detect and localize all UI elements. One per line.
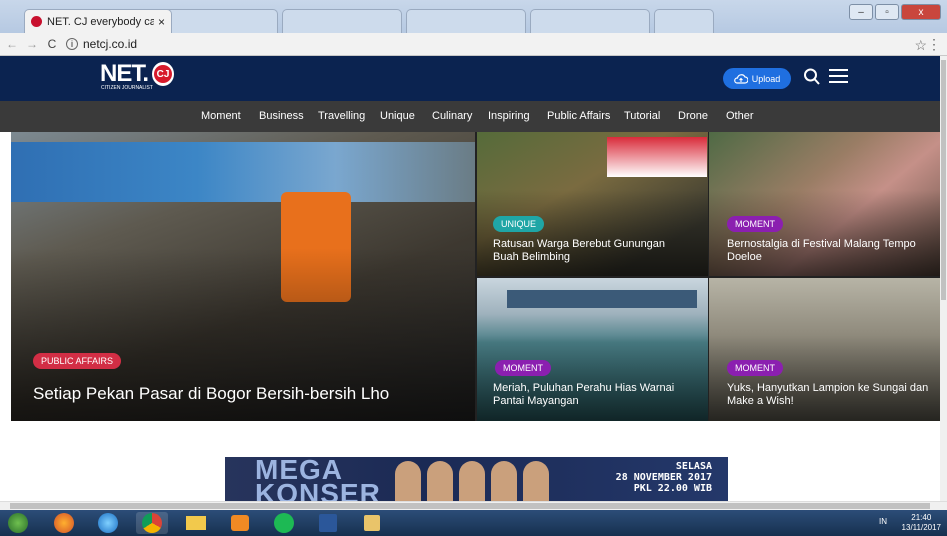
- horizontal-scrollbar[interactable]: [0, 501, 947, 510]
- category-badge[interactable]: MOMENT: [727, 216, 783, 232]
- featured-main-card[interactable]: PUBLIC AFFAIRS Setiap Pekan Pasar di Bog…: [11, 132, 475, 421]
- mega-konser-banner[interactable]: MEGA KONSER SELASA 28 NOVEMBER 2017 PKL …: [225, 457, 728, 501]
- article-headline[interactable]: Bernostalgia di Festival Malang Tempo Do…: [727, 238, 937, 264]
- word-taskbar-icon[interactable]: [312, 512, 344, 534]
- horizontal-scroll-thumb[interactable]: [10, 503, 930, 509]
- taskbar-clock[interactable]: 21:40 13/11/2017: [902, 513, 941, 533]
- file-explorer-taskbar-icon[interactable]: [180, 512, 212, 534]
- category-badge[interactable]: MOMENT: [495, 360, 551, 376]
- article-card-1[interactable]: UNIQUE Ratusan Warga Berebut Gunungan Bu…: [477, 132, 708, 276]
- nav-item-culinary[interactable]: Culinary: [432, 110, 472, 122]
- hamburger-menu-icon[interactable]: [829, 69, 848, 85]
- search-icon[interactable]: [803, 67, 821, 87]
- nav-item-public-affairs[interactable]: Public Affairs: [547, 110, 610, 122]
- internet-explorer-taskbar-icon[interactable]: [92, 512, 124, 534]
- banner-date: SELASA 28 NOVEMBER 2017 PKL 22.00 WIB: [616, 461, 712, 494]
- article-card-3[interactable]: MOMENT Meriah, Puluhan Perahu Hias Warna…: [477, 278, 708, 421]
- nav-item-unique[interactable]: Unique: [380, 110, 415, 122]
- windows-taskbar: IN 21:40 13/11/2017: [0, 510, 947, 536]
- browser-tab-4[interactable]: [406, 9, 526, 33]
- article-headline[interactable]: Meriah, Puluhan Perahu Hias Warnai Panta…: [493, 382, 698, 408]
- url-text: netcj.co.id: [83, 37, 138, 51]
- chrome-taskbar-icon[interactable]: [136, 512, 168, 534]
- banner-time: PKL 22.00 WIB: [633, 483, 712, 494]
- browser-menu-icon[interactable]: ⋮: [927, 36, 941, 53]
- media-player-taskbar-icon[interactable]: [224, 512, 256, 534]
- vertical-scroll-thumb[interactable]: [941, 60, 946, 300]
- banner-date-text: 28 NOVEMBER 2017: [615, 472, 712, 483]
- banner-title: MEGA KONSER: [255, 457, 381, 502]
- tab-title: NET. CJ everybody can b: [47, 15, 154, 28]
- upload-button[interactable]: Upload: [723, 68, 791, 89]
- forward-button[interactable]: →: [24, 37, 40, 51]
- featured-headline[interactable]: Setiap Pekan Pasar di Bogor Bersih-bersi…: [33, 384, 453, 404]
- nav-item-inspiring[interactable]: Inspiring: [488, 110, 530, 122]
- logo-subtitle: CITIZEN JOURNALIST: [101, 85, 153, 91]
- clock-time: 21:40: [911, 513, 932, 522]
- spotify-taskbar-icon[interactable]: [268, 512, 300, 534]
- paint-taskbar-icon[interactable]: [356, 512, 388, 534]
- nav-item-business[interactable]: Business: [259, 110, 304, 122]
- market-tarp-image: [11, 142, 475, 202]
- article-card-4[interactable]: MOMENT Yuks, Hanyutkan Lampion ke Sungai…: [709, 278, 941, 421]
- browser-tab-2[interactable]: [158, 9, 278, 33]
- nav-item-moment[interactable]: Moment: [201, 110, 241, 122]
- back-button[interactable]: ←: [4, 37, 20, 51]
- maximize-button[interactable]: ▫: [875, 4, 899, 20]
- bookmark-star-icon[interactable]: ☆: [914, 37, 927, 54]
- logo-text: NET.: [100, 60, 149, 87]
- logo-badge: CJ: [154, 65, 173, 83]
- site-info-icon[interactable]: i: [66, 38, 78, 50]
- upload-label: Upload: [751, 73, 781, 84]
- nav-item-other[interactable]: Other: [726, 110, 754, 122]
- browser-tab-strip: NET. CJ everybody can b × ‒ ▫ x: [0, 0, 947, 33]
- site-logo[interactable]: NET. CITIZEN JOURNALIST CJ: [100, 60, 175, 91]
- category-badge[interactable]: PUBLIC AFFAIRS: [33, 353, 122, 369]
- cj-pin-icon: CJ: [152, 62, 175, 86]
- close-window-button[interactable]: x: [901, 4, 941, 20]
- nav-item-travelling[interactable]: Travelling: [318, 110, 365, 122]
- address-bar[interactable]: i netcj.co.id: [66, 37, 137, 51]
- site-header: NET. CITIZEN JOURNALIST CJ Upload: [0, 56, 940, 101]
- tab-close-icon[interactable]: ×: [158, 15, 165, 29]
- browser-toolbar: ← → C i netcj.co.id ☆ ⋮: [0, 33, 947, 56]
- vertical-scrollbar[interactable]: [940, 56, 947, 501]
- windows-logo-icon: [8, 513, 28, 533]
- cloud-upload-icon: [733, 73, 748, 84]
- category-badge[interactable]: UNIQUE: [493, 216, 545, 232]
- window-controls: ‒ ▫ x: [849, 4, 941, 20]
- article-headline[interactable]: Ratusan Warga Berebut Gunungan Buah Beli…: [493, 238, 693, 264]
- start-button[interactable]: [4, 512, 32, 534]
- minimize-button[interactable]: ‒: [849, 4, 873, 20]
- banner-konser: KONSER: [255, 478, 381, 502]
- festive-bunting-image: [607, 137, 707, 177]
- ships-image: [507, 290, 697, 308]
- article-card-2[interactable]: MOMENT Bernostalgia di Festival Malang T…: [709, 132, 941, 276]
- banner-performers-image: [395, 461, 549, 501]
- browser-tab-5[interactable]: [530, 9, 650, 33]
- featured-grid: PUBLIC AFFAIRS Setiap Pekan Pasar di Bog…: [11, 132, 941, 421]
- language-indicator[interactable]: IN: [879, 517, 887, 526]
- banner-day: SELASA: [675, 461, 712, 472]
- article-headline[interactable]: Yuks, Hanyutkan Lampion ke Sungai dan Ma…: [727, 382, 932, 408]
- firefox-taskbar-icon[interactable]: [48, 512, 80, 534]
- nav-item-tutorial[interactable]: Tutorial: [624, 110, 660, 122]
- browser-tab-3[interactable]: [282, 9, 402, 33]
- new-tab-button[interactable]: [654, 9, 714, 33]
- clock-date: 13/11/2017: [901, 523, 941, 532]
- category-badge[interactable]: MOMENT: [727, 360, 783, 376]
- nav-item-drone[interactable]: Drone: [678, 110, 708, 122]
- category-nav: Moment Business Travelling Unique Culina…: [0, 101, 940, 132]
- site-favicon-icon: [31, 16, 42, 27]
- reload-button[interactable]: C: [44, 37, 60, 51]
- browser-tab-active[interactable]: NET. CJ everybody can b ×: [24, 9, 172, 33]
